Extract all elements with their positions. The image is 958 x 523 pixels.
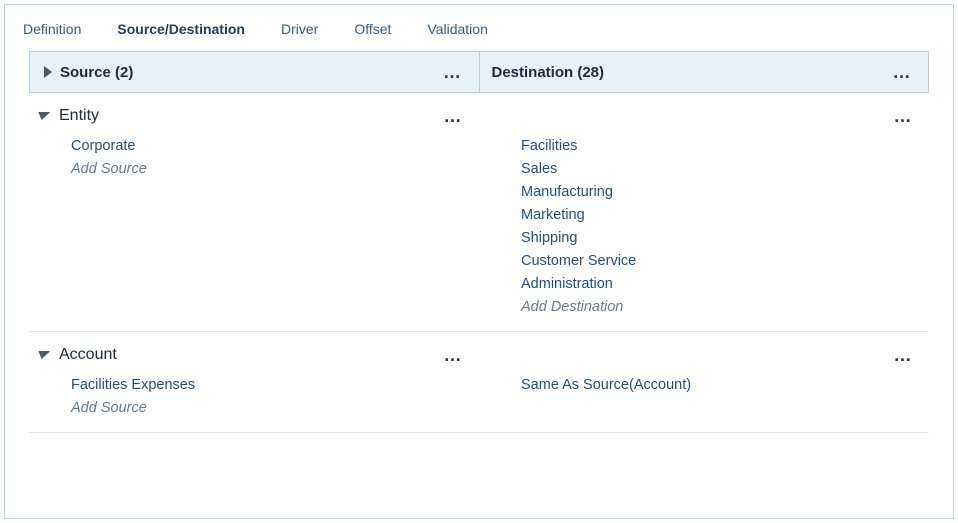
tab-definition[interactable]: Definition [23, 17, 81, 41]
section-destination-menu[interactable]: … [893, 107, 913, 125]
destination-item[interactable]: Manufacturing [521, 181, 929, 204]
tab-offset[interactable]: Offset [354, 17, 391, 41]
chevron-down-icon[interactable] [36, 112, 51, 120]
destination-item[interactable]: Marketing [521, 204, 929, 227]
source-item[interactable]: Corporate [71, 135, 479, 158]
destination-item[interactable]: Shipping [521, 227, 929, 250]
destination-item[interactable]: Sales [521, 158, 929, 181]
tab-driver[interactable]: Driver [281, 17, 318, 41]
destination-item[interactable]: Customer Service [521, 250, 929, 273]
section-account: Account … … Facilities ExpensesAdd Source Sa… [29, 332, 929, 433]
add-destination-link[interactable]: Add Destination [521, 296, 929, 319]
section-source-menu[interactable]: … [443, 107, 463, 125]
destination-item[interactable]: Facilities [521, 135, 929, 158]
source-column-header: Source (2) … [30, 52, 479, 92]
section-source-menu[interactable]: … [443, 346, 463, 364]
section-title: Entity [59, 107, 99, 125]
destination-item[interactable]: Administration [521, 273, 929, 296]
source-column: Facilities ExpensesAdd Source [29, 374, 479, 420]
panel: Definition Source/Destination Driver Offset… [4, 4, 954, 519]
tab-bar: Definition Source/Destination Driver Offset… [5, 5, 953, 51]
tab-source-destination[interactable]: Source/Destination [117, 17, 245, 41]
source-item[interactable]: Facilities Expenses [71, 374, 479, 397]
source-column: CorporateAdd Source [29, 135, 479, 319]
add-source-link[interactable]: Add Source [71, 397, 479, 420]
destination-header-menu[interactable]: … [892, 63, 912, 81]
destination-column: FacilitiesSalesManufacturingMarketingShi… [479, 135, 929, 319]
destination-column-header: Destination (28) … [479, 52, 929, 92]
destination-column: Same As Source(Account) [479, 374, 929, 420]
source-header-menu[interactable]: … [443, 63, 463, 81]
content-area: Source (2) … Destination (28) … Entity … …… [5, 51, 953, 451]
source-header-label: Source (2) [60, 64, 133, 81]
destination-header-label: Destination (28) [492, 64, 605, 81]
destination-item[interactable]: Same As Source(Account) [521, 374, 929, 397]
add-source-link[interactable]: Add Source [71, 158, 479, 181]
section-entity: Entity……CorporateAdd SourceFacilitiesSal… [29, 93, 929, 332]
chevron-right-icon[interactable] [44, 66, 52, 78]
chevron-down-icon[interactable] [36, 351, 51, 359]
section-destination-menu[interactable]: … [893, 346, 913, 364]
column-headers: Source (2) … Destination (28) … [29, 51, 929, 93]
tab-validation[interactable]: Validation [427, 17, 487, 41]
section-title: Account [59, 346, 117, 364]
